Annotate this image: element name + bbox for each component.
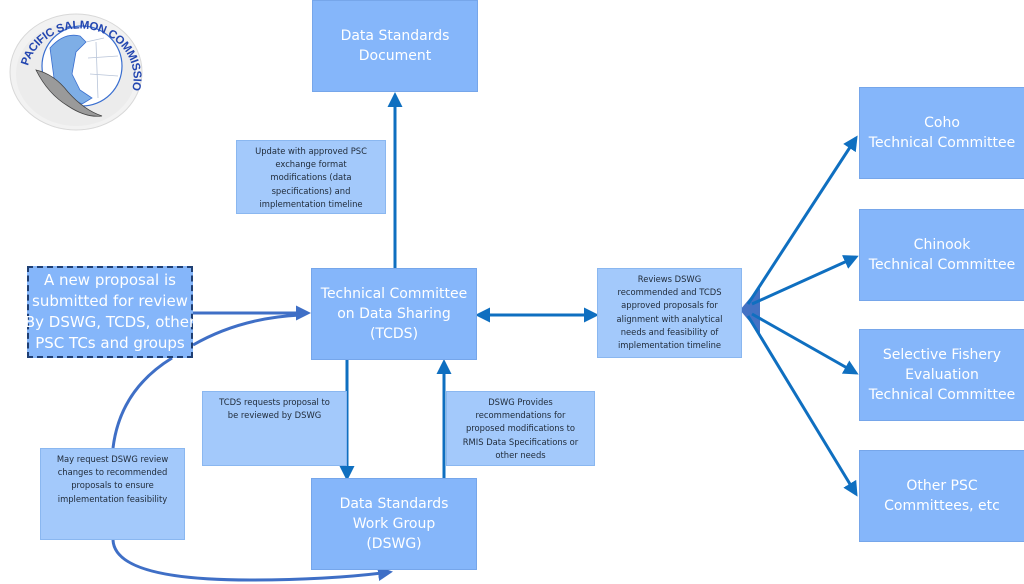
node-line: Technical Committee <box>868 257 1016 273</box>
node-line: A new proposal is <box>44 271 176 289</box>
note-line: specifications) and <box>271 185 351 196</box>
node-dswg: Data Standards Work Group (DSWG) <box>311 478 477 570</box>
arrow-hub-to-selective <box>751 312 859 375</box>
note-line: exchange format <box>275 159 347 170</box>
note-line: alignment with analytical <box>616 313 723 324</box>
node-line: Work Group <box>352 516 436 532</box>
node-line: submitted for review <box>32 292 188 310</box>
node-line: (DSWG) <box>366 536 422 552</box>
note-may-request: May request DSWG review changes to recom… <box>40 448 185 540</box>
note-tcds-requests: TCDS requests proposal to be reviewed by… <box>202 391 347 466</box>
node-coho-tc: Coho Technical Committee <box>859 87 1024 179</box>
note-line: May request DSWG review <box>56 454 169 464</box>
note-line: recommended and TCDS <box>617 287 722 298</box>
hub-triangle-icon <box>740 286 760 334</box>
curve-proposal-to-tcds <box>192 313 301 347</box>
note-line: other needs <box>495 449 546 460</box>
node-line: Technical Committee <box>320 286 468 302</box>
node-line: Selective Fishery <box>882 347 1002 363</box>
node-new-proposal: A new proposal is submitted for review B… <box>24 266 196 358</box>
node-line: Coho <box>924 115 960 131</box>
note-line: needs and feasibility of <box>620 326 719 337</box>
note-line: DSWG Provides <box>488 397 553 407</box>
note-reviews-proposals: Reviews DSWG recommended and TCDS approv… <box>597 268 742 358</box>
note-line: TCDS requests proposal to <box>219 397 330 407</box>
note-line: Reviews DSWG <box>637 274 702 284</box>
node-line: Technical Committee <box>868 387 1016 403</box>
note-line: RMIS Data Specifications or <box>462 436 579 447</box>
note-update-document: Update with approved PSC exchange format… <box>236 140 386 214</box>
node-line: Evaluation <box>905 367 979 383</box>
node-line: (TCDS) <box>369 326 419 342</box>
arrow-hub-to-other <box>746 315 858 497</box>
node-line: Chinook <box>913 237 971 253</box>
note-line: implementation timeline <box>617 340 722 351</box>
note-line: proposed modifications to <box>465 423 576 434</box>
node-line: Committees, etc <box>884 498 1000 514</box>
note-dswg-provides: DSWG Provides recommendations for propos… <box>446 391 595 466</box>
arrow-hub-to-chinook <box>751 255 859 306</box>
node-tcds: Technical Committee on Data Sharing (TCD… <box>311 268 477 360</box>
note-line: approved proposals for <box>621 300 718 311</box>
node-data-standards-document: Data Standards Document <box>312 0 478 92</box>
node-line: on Data Sharing <box>337 306 451 322</box>
node-line: By DSWG, TCDS, other <box>24 313 196 331</box>
note-line: modifications (data <box>270 172 352 183</box>
node-line: PSC TCs and groups <box>35 334 185 352</box>
note-line: be reviewed by DSWG <box>227 410 322 421</box>
node-line: Technical Committee <box>868 135 1016 151</box>
note-line: Update with approved PSC <box>255 146 367 156</box>
note-line: changes to recommended <box>57 467 168 478</box>
pacific-salmon-commission-logo: PACIFIC SALMON COMMISSION <box>2 0 146 139</box>
note-line: implementation timeline <box>259 198 363 209</box>
node-line: Data Standards <box>340 28 450 44</box>
node-chinook-tc: Chinook Technical Committee <box>859 209 1024 301</box>
node-selective-fishery-tc: Selective Fishery Evaluation Technical C… <box>859 329 1024 421</box>
note-line: proposals to ensure <box>71 480 154 491</box>
curve-proposal-to-note <box>111 356 173 449</box>
node-line: Data Standards <box>339 496 449 512</box>
node-other-psc-committees: Other PSC Committees, etc <box>859 450 1024 542</box>
node-line: Other PSC <box>906 478 978 494</box>
note-line: implementation feasibility <box>57 493 168 504</box>
note-line: recommendations for <box>475 410 566 421</box>
node-line: Document <box>358 48 432 64</box>
arrow-hub-to-coho <box>746 135 858 305</box>
